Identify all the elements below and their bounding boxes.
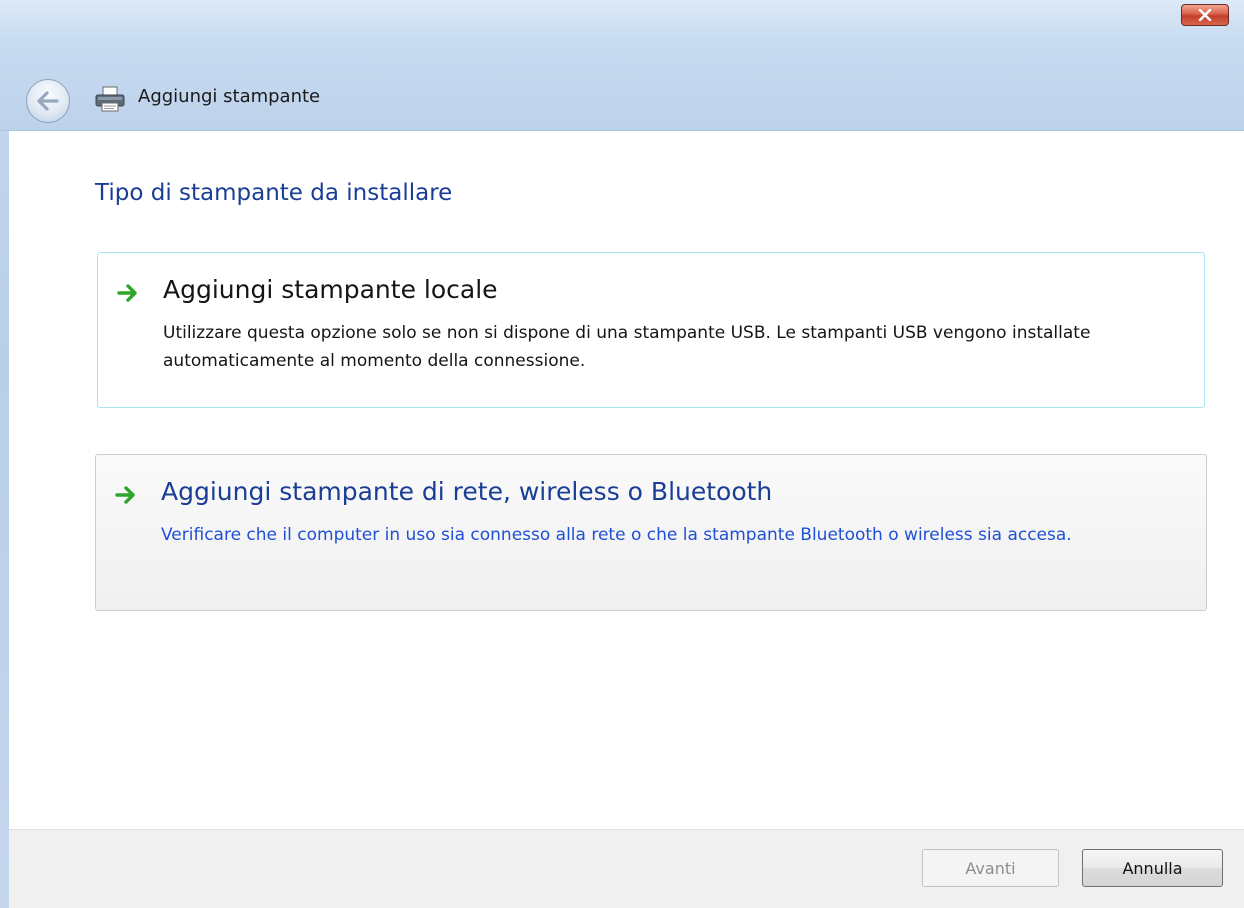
add-printer-wizard: Aggiungi stampante Tipo di stampante da …: [0, 0, 1244, 908]
back-button[interactable]: [26, 79, 70, 123]
option-title: Aggiungi stampante locale: [163, 275, 498, 304]
green-arrow-icon: [117, 284, 137, 302]
close-button[interactable]: [1181, 4, 1229, 26]
green-arrow-icon: [115, 486, 135, 504]
option-description: Utilizzare questa opzione solo se non si…: [163, 323, 1091, 371]
close-icon: [1198, 9, 1212, 21]
option-add-network-printer[interactable]: Aggiungi stampante di rete, wireless o B…: [95, 454, 1207, 611]
next-button[interactable]: Avanti: [922, 849, 1059, 887]
window-frame-left: [0, 0, 9, 908]
back-arrow-icon: [37, 91, 59, 111]
page-heading: Tipo di stampante da installare: [95, 180, 453, 206]
option-title: Aggiungi stampante di rete, wireless o B…: [161, 477, 773, 506]
option-description: Verificare che il computer in uso sia co…: [161, 525, 1072, 545]
cancel-button[interactable]: Annulla: [1082, 849, 1223, 887]
printer-icon: [95, 86, 125, 112]
window-title: Aggiungi stampante: [138, 86, 321, 107]
title-bar: Aggiungi stampante: [0, 0, 1244, 131]
option-add-local-printer[interactable]: Aggiungi stampante locale Utilizzare que…: [97, 252, 1205, 408]
